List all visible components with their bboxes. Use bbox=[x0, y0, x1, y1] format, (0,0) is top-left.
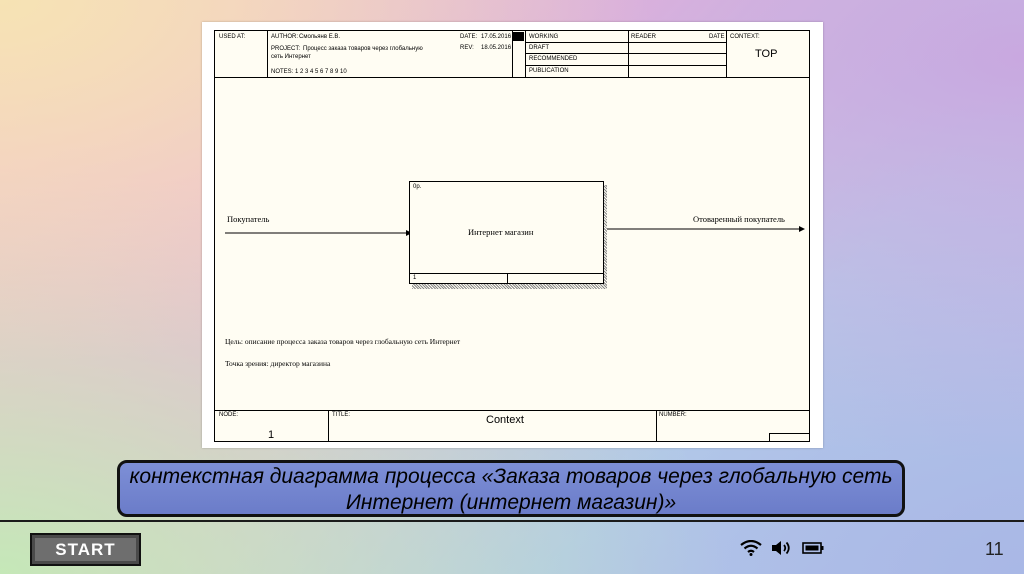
footer-divider bbox=[215, 410, 809, 411]
footer-col-divider bbox=[656, 410, 657, 442]
activity-box[interactable]: 0р. Интернет магазин 1 bbox=[409, 181, 604, 284]
diagram-sheet: USED AT: AUTHOR: Смольянв Е.В. PROJECT: … bbox=[202, 22, 823, 448]
node-value: 1 bbox=[268, 429, 275, 441]
purpose-text: Цель: описание процесса заказа товаров ч… bbox=[225, 337, 461, 346]
title-label: TITLE: bbox=[332, 412, 351, 418]
start-button[interactable]: START bbox=[30, 533, 141, 566]
footer-corner-box bbox=[769, 433, 810, 442]
activity-number: 1 bbox=[413, 275, 417, 281]
wifi-icon[interactable] bbox=[740, 539, 762, 561]
title-value: Context bbox=[486, 414, 524, 426]
system-tray bbox=[740, 539, 824, 561]
input-label: Покупатель bbox=[227, 214, 270, 224]
output-label: Отоваренный покупатель bbox=[693, 214, 785, 224]
footer-col-divider bbox=[328, 410, 329, 442]
page-number: 11 bbox=[985, 539, 1004, 559]
output-arrow-head bbox=[799, 226, 805, 232]
idef0-frame: USED AT: AUTHOR: Смольянв Е.В. PROJECT: … bbox=[214, 30, 810, 442]
activity-cost: 0р. bbox=[413, 184, 422, 190]
speaker-icon[interactable] bbox=[771, 540, 793, 561]
battery-icon[interactable] bbox=[802, 540, 824, 561]
slide-caption: контекстная диаграмма процесса «Заказа т… bbox=[117, 460, 905, 517]
number-label: NUMBER: bbox=[659, 412, 687, 418]
taskbar-divider bbox=[0, 520, 1024, 522]
activity-name: Интернет магазин bbox=[468, 227, 534, 237]
activity-box-divider bbox=[507, 273, 508, 283]
node-label: NODE: bbox=[219, 412, 239, 418]
viewpoint-text: Точка зрения: директор магазина bbox=[225, 359, 331, 368]
